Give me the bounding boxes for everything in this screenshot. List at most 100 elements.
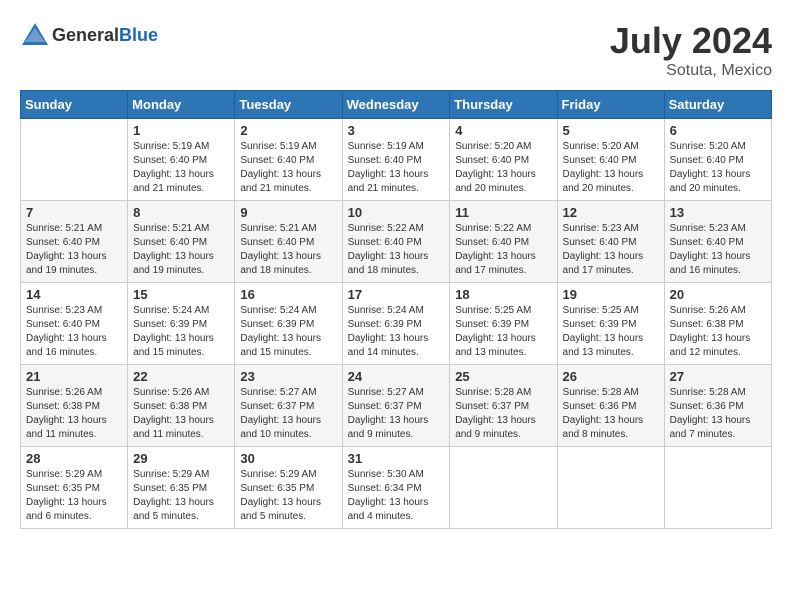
day-number: 15 (133, 287, 229, 302)
day-info: Sunrise: 5:28 AMSunset: 6:37 PMDaylight:… (455, 386, 551, 442)
weekday-header-row: SundayMondayTuesdayWednesdayThursdayFrid… (21, 91, 772, 119)
calendar-cell (21, 119, 128, 201)
day-info: Sunrise: 5:23 AMSunset: 6:40 PMDaylight:… (26, 304, 122, 360)
day-number: 22 (133, 369, 229, 384)
calendar-cell: 20 Sunrise: 5:26 AMSunset: 6:38 PMDayligh… (664, 283, 771, 365)
week-row-4: 21Sunrise: 5:26 AMSunset: 6:38 PMDayligh… (21, 365, 772, 447)
calendar-cell: 11 Sunrise: 5:22 AMSunset: 6:40 PMDayligh… (450, 201, 557, 283)
day-info: Sunrise: 5:19 AMSunset: 6:40 PMDaylight:… (240, 140, 336, 196)
day-number: 7 (26, 205, 122, 220)
day-info: Sunrise: 5:26 AMSunset: 6:38 PMDaylight:… (670, 304, 766, 360)
calendar-cell: 31 Sunrise: 5:30 AMSunset: 6:34 PMDayligh… (342, 447, 450, 529)
day-info: Sunrise: 5:21 AMSunset: 6:40 PMDaylight:… (240, 222, 336, 278)
calendar-cell: 12Sunrise: 5:23 AMSunset: 6:40 PMDayligh… (557, 201, 664, 283)
calendar-cell: 13 Sunrise: 5:23 AMSunset: 6:40 PMDayligh… (664, 201, 771, 283)
day-info: Sunrise: 5:23 AMSunset: 6:40 PMDaylight:… (563, 222, 659, 278)
day-info: Sunrise: 5:29 AMSunset: 6:35 PMDaylight:… (240, 468, 336, 524)
day-number: 20 (670, 287, 766, 302)
calendar-cell: 8 Sunrise: 5:21 AMSunset: 6:40 PMDaylight… (128, 201, 235, 283)
calendar-cell: 23Sunrise: 5:27 AMSunset: 6:37 PMDayligh… (235, 365, 342, 447)
calendar-cell (664, 447, 771, 529)
calendar-cell: 29Sunrise: 5:29 AMSunset: 6:35 PMDayligh… (128, 447, 235, 529)
day-number: 16 (240, 287, 336, 302)
calendar-cell: 30 Sunrise: 5:29 AMSunset: 6:35 PMDayligh… (235, 447, 342, 529)
day-info: Sunrise: 5:19 AMSunset: 6:40 PMDaylight:… (348, 140, 445, 196)
day-info: Sunrise: 5:28 AMSunset: 6:36 PMDaylight:… (563, 386, 659, 442)
day-info: Sunrise: 5:21 AMSunset: 6:40 PMDaylight:… (26, 222, 122, 278)
day-info: Sunrise: 5:24 AMSunset: 6:39 PMDaylight:… (348, 304, 445, 360)
weekday-header-saturday: Saturday (664, 91, 771, 119)
day-info: Sunrise: 5:22 AMSunset: 6:40 PMDaylight:… (455, 222, 551, 278)
day-info: Sunrise: 5:30 AMSunset: 6:34 PMDaylight:… (348, 468, 445, 524)
calendar-cell: 24 Sunrise: 5:27 AMSunset: 6:37 PMDayligh… (342, 365, 450, 447)
day-number: 11 (455, 205, 551, 220)
day-info: Sunrise: 5:26 AMSunset: 6:38 PMDaylight:… (133, 386, 229, 442)
weekday-header-tuesday: Tuesday (235, 91, 342, 119)
weekday-header-monday: Monday (128, 91, 235, 119)
day-info: Sunrise: 5:20 AMSunset: 6:40 PMDaylight:… (455, 140, 551, 196)
day-info: Sunrise: 5:24 AMSunset: 6:39 PMDaylight:… (240, 304, 336, 360)
weekday-header-sunday: Sunday (21, 91, 128, 119)
calendar-cell: 5 Sunrise: 5:20 AMSunset: 6:40 PMDaylight… (557, 119, 664, 201)
calendar-table: SundayMondayTuesdayWednesdayThursdayFrid… (20, 90, 772, 529)
logo: GeneralBlue (20, 20, 158, 50)
weekday-header-thursday: Thursday (450, 91, 557, 119)
weekday-header-wednesday: Wednesday (342, 91, 450, 119)
location: Sotuta, Mexico (610, 62, 772, 80)
calendar-cell: 18Sunrise: 5:25 AMSunset: 6:39 PMDayligh… (450, 283, 557, 365)
day-info: Sunrise: 5:23 AMSunset: 6:40 PMDaylight:… (670, 222, 766, 278)
page-header: GeneralBlue July 2024 Sotuta, Mexico (20, 20, 772, 80)
day-info: Sunrise: 5:20 AMSunset: 6:40 PMDaylight:… (563, 140, 659, 196)
day-number: 4 (455, 123, 551, 138)
day-number: 13 (670, 205, 766, 220)
day-number: 14 (26, 287, 122, 302)
calendar-cell: 1 Sunrise: 5:19 AMSunset: 6:40 PMDaylight… (128, 119, 235, 201)
day-number: 31 (348, 451, 445, 466)
calendar-cell: 17 Sunrise: 5:24 AMSunset: 6:39 PMDayligh… (342, 283, 450, 365)
day-info: Sunrise: 5:26 AMSunset: 6:38 PMDaylight:… (26, 386, 122, 442)
day-number: 19 (563, 287, 659, 302)
calendar-cell: 14 Sunrise: 5:23 AMSunset: 6:40 PMDayligh… (21, 283, 128, 365)
day-number: 24 (348, 369, 445, 384)
logo-text-blue: Blue (119, 25, 158, 45)
calendar-cell: 4 Sunrise: 5:20 AMSunset: 6:40 PMDaylight… (450, 119, 557, 201)
calendar-cell: 19 Sunrise: 5:25 AMSunset: 6:39 PMDayligh… (557, 283, 664, 365)
calendar-cell: 22 Sunrise: 5:26 AMSunset: 6:38 PMDayligh… (128, 365, 235, 447)
day-number: 17 (348, 287, 445, 302)
day-info: Sunrise: 5:29 AMSunset: 6:35 PMDaylight:… (26, 468, 122, 524)
day-info: Sunrise: 5:25 AMSunset: 6:39 PMDaylight:… (563, 304, 659, 360)
day-info: Sunrise: 5:24 AMSunset: 6:39 PMDaylight:… (133, 304, 229, 360)
day-info: Sunrise: 5:27 AMSunset: 6:37 PMDaylight:… (348, 386, 445, 442)
calendar-cell: 10 Sunrise: 5:22 AMSunset: 6:40 PMDayligh… (342, 201, 450, 283)
day-info: Sunrise: 5:28 AMSunset: 6:36 PMDaylight:… (670, 386, 766, 442)
day-info: Sunrise: 5:19 AMSunset: 6:40 PMDaylight:… (133, 140, 229, 196)
calendar-cell: 26Sunrise: 5:28 AMSunset: 6:36 PMDayligh… (557, 365, 664, 447)
calendar-cell: 25 Sunrise: 5:28 AMSunset: 6:37 PMDayligh… (450, 365, 557, 447)
calendar-cell (557, 447, 664, 529)
day-number: 9 (240, 205, 336, 220)
day-number: 27 (670, 369, 766, 384)
weekday-header-friday: Friday (557, 91, 664, 119)
day-number: 3 (348, 123, 445, 138)
logo-text-general: General (52, 25, 119, 45)
day-info: Sunrise: 5:21 AMSunset: 6:40 PMDaylight:… (133, 222, 229, 278)
calendar-cell: 2Sunrise: 5:19 AMSunset: 6:40 PMDaylight… (235, 119, 342, 201)
day-number: 10 (348, 205, 445, 220)
calendar-cell: 28Sunrise: 5:29 AMSunset: 6:35 PMDayligh… (21, 447, 128, 529)
day-info: Sunrise: 5:22 AMSunset: 6:40 PMDaylight:… (348, 222, 445, 278)
day-info: Sunrise: 5:25 AMSunset: 6:39 PMDaylight:… (455, 304, 551, 360)
logo-icon (20, 20, 50, 50)
day-number: 8 (133, 205, 229, 220)
day-number: 25 (455, 369, 551, 384)
day-number: 5 (563, 123, 659, 138)
calendar-cell: 21Sunrise: 5:26 AMSunset: 6:38 PMDayligh… (21, 365, 128, 447)
month-year: July 2024 (610, 20, 772, 62)
day-info: Sunrise: 5:29 AMSunset: 6:35 PMDaylight:… (133, 468, 229, 524)
calendar-cell: 15 Sunrise: 5:24 AMSunset: 6:39 PMDayligh… (128, 283, 235, 365)
calendar-cell: 27 Sunrise: 5:28 AMSunset: 6:36 PMDayligh… (664, 365, 771, 447)
calendar-cell: 3 Sunrise: 5:19 AMSunset: 6:40 PMDaylight… (342, 119, 450, 201)
day-number: 30 (240, 451, 336, 466)
calendar-cell: 6Sunrise: 5:20 AMSunset: 6:40 PMDaylight… (664, 119, 771, 201)
calendar-cell: 7 Sunrise: 5:21 AMSunset: 6:40 PMDaylight… (21, 201, 128, 283)
day-number: 1 (133, 123, 229, 138)
